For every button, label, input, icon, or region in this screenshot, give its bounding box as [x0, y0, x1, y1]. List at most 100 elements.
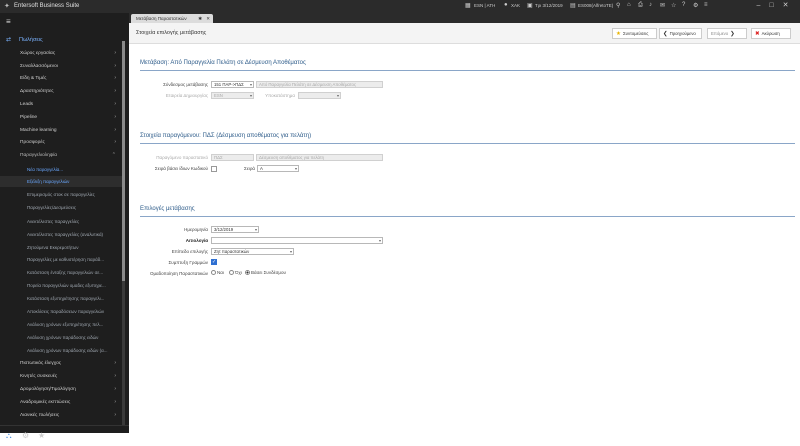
maximize-button[interactable]: □ [766, 1, 777, 11]
chevron-right-icon: › [114, 399, 116, 405]
chevron-down-icon[interactable]: ▾ [290, 249, 292, 254]
chevron-right-icon: › [114, 88, 116, 94]
hamburger-menu-icon[interactable]: ≡ [6, 17, 11, 26]
previous-button[interactable]: ❮ Προηγούμενο [659, 28, 702, 39]
chevron-left-icon: ❮ [663, 31, 668, 37]
sidebar-item[interactable]: Είδη & Τιμές › [0, 73, 122, 84]
link-field[interactable]: 151 ΠΑΡ->ΠΔΣ ▾ [211, 81, 254, 88]
series-label: Σειρά [244, 166, 255, 171]
date-field[interactable]: 3/12/2019 ▾ [211, 226, 259, 233]
company-info[interactable]: ESN | ATH [474, 3, 495, 8]
close-tab-icon[interactable]: ✕ [206, 14, 210, 23]
user-info[interactable]: XAK [511, 3, 520, 8]
option-level-field[interactable]: Ζητ παραστατικών ▾ [211, 248, 294, 255]
cancel-button[interactable]: ✖ Ακύρωση [751, 28, 791, 39]
sidebar-item[interactable]: Leads › [0, 99, 122, 110]
series-field[interactable]: Α ▾ [257, 165, 299, 172]
sidebar-item-label: Νέα παραγγελία... [27, 167, 64, 172]
sidebar-item[interactable]: Νέα παραγγελία... [0, 164, 122, 175]
chevron-down-icon[interactable]: ▾ [255, 227, 257, 232]
chevron-right-icon: › [114, 114, 116, 120]
sidebar-item-label: Δραστηριότητες [20, 89, 54, 94]
sidebar-item[interactable]: Εξέλιξη παραγγελιών [0, 176, 122, 187]
sidebar-item[interactable]: Κινητές συσκευές › [0, 371, 122, 382]
settings-icon[interactable]: ⚙ [693, 2, 698, 9]
series-same-code-label: Σειρά βάσει ίδιων Κωδικού [154, 166, 208, 171]
sidebar-item[interactable]: Αποκλίσεις παραδόσεων παραγγελιών [0, 306, 122, 317]
date-info[interactable]: Τρι 3/12/2019 [535, 3, 563, 8]
reason-field[interactable]: ▾ [211, 237, 383, 244]
chevron-right-icon: › [114, 386, 116, 392]
chevron-right-icon: › [114, 139, 116, 145]
menu-icon[interactable]: ≡ [704, 2, 708, 8]
sidebar-item-label: Ζητούμενα Εκκρεμοτήτων [27, 245, 79, 250]
sidebar-item-label: Αναδρομικές εκπτώσεις [20, 400, 71, 405]
star-icon[interactable]: ☆ [671, 2, 676, 9]
sidebar-item[interactable]: Κατάσταση ένταξης παραγγελιών σε... [0, 267, 122, 278]
sidebar-item[interactable]: Ανάλυση χρόνων παράδοσης ειδών (α... [0, 345, 122, 356]
sidebar-item[interactable]: Αναδρομικές εκπτώσεις › [0, 397, 122, 408]
tab-document-transition[interactable]: Μετάβαση Παραστατικών ✱ ✕ [131, 14, 213, 23]
series-same-code-checkbox[interactable] [211, 166, 217, 172]
sidebar-item[interactable]: Πωλήσεις ⇄ [0, 35, 122, 46]
sidebar-item[interactable]: Παραγγελίες/Δεσμεύσεις [0, 202, 122, 213]
chevron-right-icon: › [114, 75, 116, 81]
sidebar-item[interactable]: Πιστωτικός έλεγχος › [0, 358, 122, 369]
sidebar-item[interactable]: Επιμερισμός στοκ σε παραγγελίες [0, 189, 122, 200]
star-icon[interactable]: ★ [38, 431, 45, 440]
radio-yes[interactable]: Ναι [211, 270, 224, 276]
radio-no[interactable]: Όχι [229, 270, 242, 276]
app-title: Entersoft Business Suite [14, 3, 80, 9]
sidebar-item-label: Κατάσταση ένταξης παραγγελιών σε... [27, 270, 104, 275]
sidebar-item[interactable]: Ανεκτέλεστες παραγγελίες (αναλυτικά) [0, 229, 122, 240]
favorites-button[interactable]: ★ Συντομεύσεις [612, 28, 657, 39]
sidebar-item-label: Παραγγελίες/Δεσμεύσεις [27, 205, 76, 210]
sidebar-item[interactable]: Παραγγελιοληψία ⌃ [0, 150, 122, 161]
close-window-button[interactable]: ✕ [780, 1, 791, 11]
tab-strip: Μετάβαση Παραστατικών ✱ ✕ [129, 13, 800, 23]
chevron-right-icon: › [114, 63, 116, 69]
building-icon: ▦ [465, 3, 471, 9]
link-label: Σύνδεσμος μετάβασης [163, 82, 208, 87]
sidebar-item[interactable]: Παραγγελίες με καθυστέρηση παράδ... [0, 254, 122, 265]
sidebar-item[interactable]: Ζητούμενα Εκκρεμοτήτων [0, 242, 122, 253]
sidebar-scrollbar-thumb[interactable] [122, 41, 125, 281]
sidebar-item[interactable]: Κατάσταση εξυπηρέτησης παραγγελι... [0, 293, 122, 304]
sidebar-item-label: Pipeline [20, 115, 38, 120]
db-info[interactable]: ES008(AlfretoTE) [578, 3, 613, 8]
sidebar-item[interactable]: Χώρος εργασίας › [0, 48, 122, 59]
gear-icon[interactable]: ⚙ [22, 431, 29, 440]
pin-icon[interactable]: ✱ [198, 14, 202, 23]
sidebar-item[interactable]: Δρομολόγηση/Τιμολόγηση › [0, 384, 122, 395]
grouping-checkbox[interactable]: ✓ [211, 259, 217, 265]
chevron-down-icon[interactable]: ▾ [250, 82, 252, 87]
home-icon[interactable]: ⌂ [627, 2, 631, 8]
chevron-down-icon[interactable]: ▾ [379, 238, 381, 243]
sidebar: ≡ Πωλήσεις ⇄ Χώρος εργασίας › Συναλλασσόμενο… [0, 13, 129, 440]
chevron-down-icon[interactable]: ▾ [295, 166, 297, 171]
sidebar-item[interactable]: Ανάλυση χρόνων εξυπηρέτησης πελ... [0, 319, 122, 330]
minimize-button[interactable]: – [753, 1, 764, 11]
sidebar-item[interactable]: Πορεία παραγγελιών ομαδες εξυπηρε... [0, 280, 122, 291]
title-bar: ✦ Entersoft Business Suite ▦ ESN | ATH ●… [0, 0, 800, 13]
next-button[interactable]: Επόμενο ❯ [707, 28, 747, 39]
sidebar-item[interactable]: Ανάλυση χρόνων παράδοσης ειδών [0, 332, 122, 343]
bell-icon[interactable]: ♪ [649, 2, 652, 8]
sidebar-item[interactable]: Προσφορές › [0, 137, 122, 148]
doc-label: Παραγόμενο παραστατικό [156, 155, 208, 160]
sidebar-item[interactable]: Ανεκτέλεστες παραγγελίες [0, 216, 122, 227]
chevron-right-icon: › [114, 127, 116, 133]
chat-icon[interactable]: ✉ [660, 2, 665, 9]
grouping-label: Συμπτυξη Γραμμών [168, 260, 208, 265]
help-icon[interactable]: ? [682, 2, 685, 8]
radio-by-link[interactable]: Βάσει Συνδέσμου [245, 270, 286, 276]
sidebar-item[interactable]: Λιανικές πωλήσεις › [0, 410, 122, 421]
sidebar-item[interactable]: Pipeline › [0, 112, 122, 123]
sidebar-item[interactable]: Machine learning › [0, 125, 122, 136]
tab-label: Μετάβαση Παραστατικών [136, 16, 187, 21]
search-icon[interactable]: ⚲ [616, 2, 620, 9]
sidebar-item[interactable]: Δραστηριότητες › [0, 86, 122, 97]
print-icon[interactable]: ⎙ [638, 2, 643, 9]
sidebar-item-label: Είδη & Τιμές [20, 76, 47, 81]
sidebar-item[interactable]: Συναλλασσόμενοι › [0, 61, 122, 72]
